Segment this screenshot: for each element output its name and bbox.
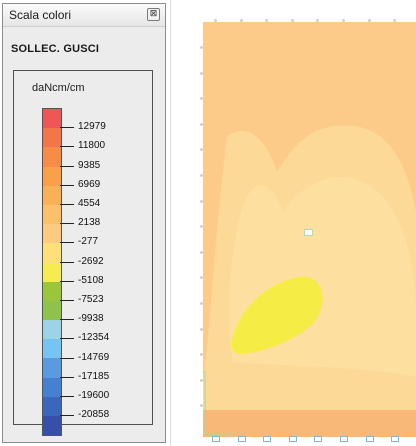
color-swatch [43, 377, 61, 397]
level-value: -14769 [78, 351, 110, 363]
color-swatch [43, 396, 61, 416]
level-tick [60, 338, 74, 340]
mesh-node [200, 71, 203, 75]
color-swatch [43, 281, 61, 301]
color-swatch [43, 128, 61, 148]
level-tick [60, 319, 74, 321]
level-tick [60, 127, 74, 129]
mesh-node [342, 19, 345, 22]
center-node-marker[interactable] [304, 229, 313, 236]
color-swatch [43, 185, 61, 205]
node-marker[interactable] [391, 436, 400, 442]
window-title: Scala colori [9, 8, 72, 22]
mesh-node [200, 174, 203, 177]
level-value: -5108 [78, 274, 104, 286]
level-tick [60, 280, 74, 282]
mesh-node [367, 19, 371, 22]
level-value: 9385 [78, 159, 101, 171]
color-legend: daNcm/cm 12979 11800 9385 6969 4554 2138 -277 -… [13, 70, 153, 437]
level-value: -12354 [78, 332, 110, 344]
level-value: -277 [78, 236, 99, 248]
mesh-node [200, 122, 203, 126]
mesh-node [290, 19, 294, 22]
level-value: 2138 [78, 217, 101, 229]
level-value: 12979 [78, 121, 106, 133]
window-titlebar[interactable]: Scala colori ⊠ [3, 4, 165, 27]
color-swatch [43, 109, 61, 129]
node-marker[interactable] [237, 436, 246, 442]
color-swatch [43, 262, 61, 282]
close-icon[interactable]: ⊠ [147, 8, 160, 21]
mesh-node [200, 250, 203, 254]
mesh-node [200, 378, 203, 382]
level-tick [60, 300, 74, 301]
mesh-node [239, 19, 243, 22]
mesh-node [200, 46, 203, 49]
level-tick [60, 357, 74, 359]
color-swatch [43, 339, 61, 359]
level-tick [60, 146, 74, 148]
mesh-node [200, 199, 203, 203]
level-tick [60, 396, 74, 397]
level-value: 4554 [78, 198, 101, 209]
node-marker[interactable] [314, 436, 323, 442]
level-tick [60, 223, 74, 225]
level-value: -19600 [78, 390, 110, 401]
node-marker[interactable] [340, 436, 348, 442]
color-swatch [43, 358, 61, 378]
level-value: -9938 [78, 313, 104, 325]
node-marker[interactable] [263, 436, 272, 442]
color-swatch [43, 166, 61, 186]
color-swatch [43, 416, 61, 436]
color-swatch [43, 224, 61, 244]
level-value: 6969 [78, 178, 101, 190]
level-tick [60, 415, 74, 417]
color-scale-window: Scala colori ⊠ SOLLEC. GUSCI daNcm/cm 12… [2, 3, 166, 443]
color-swatch [43, 243, 61, 263]
level-tick [60, 242, 74, 244]
level-tick [60, 261, 74, 263]
color-swatch [43, 320, 61, 340]
level-value: -20858 [78, 409, 110, 421]
level-tick [60, 376, 74, 378]
level-tick [60, 204, 74, 205]
mesh-node [214, 19, 217, 22]
level-tick [60, 165, 74, 167]
mesh-node [200, 302, 203, 305]
color-swatch [43, 147, 61, 167]
level-value: -7523 [78, 294, 104, 305]
panel-heading: SOLLEC. GUSCI [11, 43, 100, 55]
panel-divider [170, 0, 171, 446]
color-swatch-column [42, 108, 62, 437]
level-tick [60, 184, 74, 186]
level-value: -2692 [78, 255, 104, 267]
unit-label: daNcm/cm [32, 82, 85, 94]
level-value: 11800 [78, 140, 106, 152]
node-marker[interactable] [288, 436, 297, 442]
color-swatch [43, 204, 61, 225]
node-marker[interactable] [212, 436, 220, 442]
node-marker[interactable] [365, 436, 374, 442]
mesh-node [200, 327, 203, 331]
contour-band-bottom [203, 410, 416, 437]
color-swatch [43, 300, 61, 321]
level-value: -17185 [78, 370, 110, 382]
